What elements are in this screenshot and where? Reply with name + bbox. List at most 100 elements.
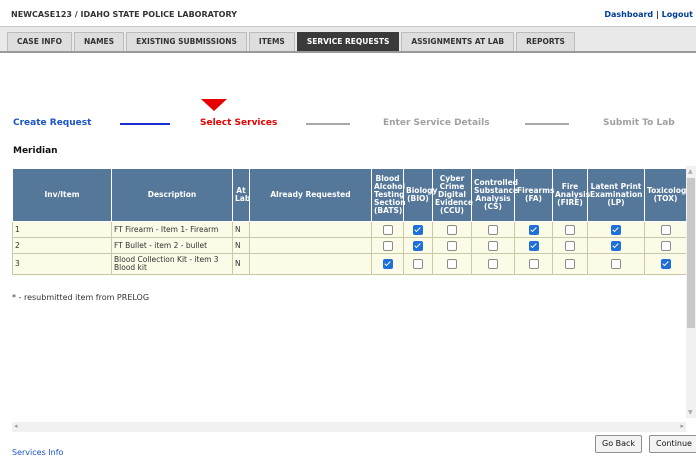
lab-location: Meridian bbox=[13, 146, 58, 156]
cell-lp bbox=[587, 253, 645, 275]
services-info-link[interactable]: Services Info bbox=[12, 448, 63, 457]
cell-fire bbox=[552, 253, 588, 275]
cell-lp bbox=[587, 221, 645, 238]
step-arrow-icon bbox=[525, 123, 569, 125]
service-checkbox-bats[interactable] bbox=[382, 224, 393, 235]
service-checkbox-cs[interactable] bbox=[488, 259, 498, 269]
cell-description: Blood Collection Kit - item 3 Blood kit bbox=[111, 253, 233, 275]
col-header-cs: Controlled Substance Analysis (CS) bbox=[471, 168, 518, 222]
cell-description: FT Bullet - item 2 - bullet bbox=[111, 237, 233, 254]
cell-cs bbox=[471, 237, 515, 254]
tab-assignments-at-lab[interactable]: ASSIGNMENTS AT LAB bbox=[401, 32, 515, 51]
col-header-description: Description bbox=[111, 168, 233, 222]
col-header-tox: Toxicology (TOX) bbox=[644, 168, 691, 222]
step-create-request[interactable]: Create Request bbox=[13, 118, 91, 128]
tab-reports[interactable]: REPORTS bbox=[516, 32, 575, 51]
service-checkbox-fire[interactable] bbox=[565, 224, 575, 235]
service-checkbox-lp[interactable] bbox=[611, 224, 621, 235]
service-checkbox-fa[interactable] bbox=[528, 224, 539, 235]
table-header-row: Inv/Item Description At Lab Already Requ… bbox=[12, 168, 691, 222]
horizontal-scrollbar[interactable]: ◂ ▸ bbox=[12, 422, 686, 432]
col-header-lp: Latent Print Examination (LP) bbox=[587, 168, 645, 222]
cell-already-requested bbox=[249, 221, 372, 238]
col-header-at-lab: At Lab bbox=[232, 168, 250, 222]
service-checkbox-bats[interactable] bbox=[382, 240, 393, 251]
tab-service-requests[interactable]: SERVICE REQUESTS bbox=[296, 32, 400, 51]
service-checkbox-tox[interactable] bbox=[660, 224, 671, 235]
scroll-down-icon[interactable]: ▼ bbox=[688, 409, 693, 416]
cell-inv-item: 1 bbox=[12, 221, 112, 238]
service-checkbox-lp[interactable] bbox=[611, 240, 621, 251]
cell-bats bbox=[371, 221, 404, 238]
service-checkbox-ccu[interactable] bbox=[447, 259, 457, 269]
top-bar: NEWCASE123 / IDAHO STATE POLICE LABORATO… bbox=[0, 0, 696, 27]
scroll-thumb[interactable] bbox=[687, 178, 695, 328]
step-arrow-icon bbox=[306, 123, 350, 125]
cell-bats bbox=[371, 253, 404, 275]
service-checkbox-ccu[interactable] bbox=[447, 224, 457, 235]
table-row: 1 FT Firearm - Item 1- Firearm N bbox=[12, 221, 687, 238]
link-separator: | bbox=[655, 10, 659, 19]
scroll-up-icon[interactable]: ▲ bbox=[688, 168, 693, 175]
cell-fa bbox=[514, 237, 553, 254]
go-back-button[interactable]: Go Back bbox=[595, 435, 643, 453]
table-row: 3 Blood Collection Kit - item 3 Blood kit… bbox=[12, 253, 687, 275]
service-checkbox-bats[interactable] bbox=[382, 259, 393, 269]
top-links: Dashboard | Logout bbox=[604, 10, 693, 19]
cell-cs bbox=[471, 221, 515, 238]
service-checkbox-tox[interactable] bbox=[660, 259, 671, 269]
col-header-already-requested: Already Requested bbox=[249, 168, 372, 222]
cell-at-lab: N bbox=[232, 221, 250, 238]
col-header-ccu: Cyber Crime Digital Evidence (CCU) bbox=[432, 168, 473, 222]
cell-tox bbox=[644, 237, 687, 254]
cell-fa bbox=[514, 253, 553, 275]
col-header-inv-item: Inv/Item bbox=[12, 168, 112, 222]
service-checkbox-bio[interactable] bbox=[413, 259, 423, 269]
cell-lp bbox=[587, 237, 645, 254]
cell-inv-item: 3 bbox=[12, 253, 112, 275]
tab-strip: CASE INFO NAMES EXISTING SUBMISSIONS ITE… bbox=[7, 32, 577, 51]
vertical-scrollbar[interactable]: ▲ ▼ bbox=[686, 166, 696, 418]
current-step-marker-icon bbox=[201, 99, 227, 111]
service-checkbox-cs[interactable] bbox=[488, 240, 498, 251]
scroll-left-icon[interactable]: ◂ bbox=[14, 422, 18, 430]
step-arrow-icon bbox=[120, 123, 170, 125]
tab-items[interactable]: ITEMS bbox=[248, 32, 295, 51]
cell-description: FT Firearm - Item 1- Firearm bbox=[111, 221, 233, 238]
service-checkbox-fire[interactable] bbox=[565, 240, 575, 251]
cell-bio bbox=[403, 221, 433, 238]
service-checkbox-ccu[interactable] bbox=[447, 240, 457, 251]
service-checkbox-fire[interactable] bbox=[565, 259, 575, 269]
cell-tox bbox=[644, 253, 687, 275]
cell-already-requested bbox=[249, 237, 372, 254]
service-checkbox-cs[interactable] bbox=[488, 224, 498, 235]
tab-case-info[interactable]: CASE INFO bbox=[7, 32, 73, 51]
service-checkbox-lp[interactable] bbox=[611, 259, 621, 269]
scroll-right-icon[interactable]: ▸ bbox=[680, 422, 684, 430]
tab-existing-submissions[interactable]: EXISTING SUBMISSIONS bbox=[126, 32, 247, 51]
nav-bar: CASE INFO NAMES EXISTING SUBMISSIONS ITE… bbox=[0, 27, 696, 53]
col-header-bio: Biology (BIO) bbox=[403, 168, 437, 222]
logout-link[interactable]: Logout bbox=[662, 10, 693, 19]
service-checkbox-tox[interactable] bbox=[660, 240, 671, 251]
cell-bio bbox=[403, 237, 433, 254]
cell-ccu bbox=[432, 237, 472, 254]
cell-cs bbox=[471, 253, 515, 275]
step-submit-to-lab: Submit To Lab bbox=[603, 118, 675, 128]
cell-fa bbox=[514, 221, 553, 238]
service-checkbox-bio[interactable] bbox=[413, 240, 423, 251]
service-checkbox-bio[interactable] bbox=[413, 224, 423, 235]
cell-at-lab: N bbox=[232, 253, 250, 275]
tab-names[interactable]: NAMES bbox=[74, 32, 125, 51]
cell-fire bbox=[552, 221, 588, 238]
service-checkbox-fa[interactable] bbox=[528, 259, 539, 269]
cell-fire bbox=[552, 237, 588, 254]
cell-bats bbox=[371, 237, 404, 254]
case-title: NEWCASE123 / IDAHO STATE POLICE LABORATO… bbox=[11, 10, 237, 19]
resubmit-note: * - resubmitted item from PRELOG bbox=[12, 293, 150, 302]
cell-already-requested bbox=[249, 253, 372, 275]
cell-tox bbox=[644, 221, 687, 238]
service-checkbox-fa[interactable] bbox=[528, 240, 539, 251]
continue-button[interactable]: Continue bbox=[649, 435, 696, 453]
dashboard-link[interactable]: Dashboard bbox=[604, 10, 653, 19]
